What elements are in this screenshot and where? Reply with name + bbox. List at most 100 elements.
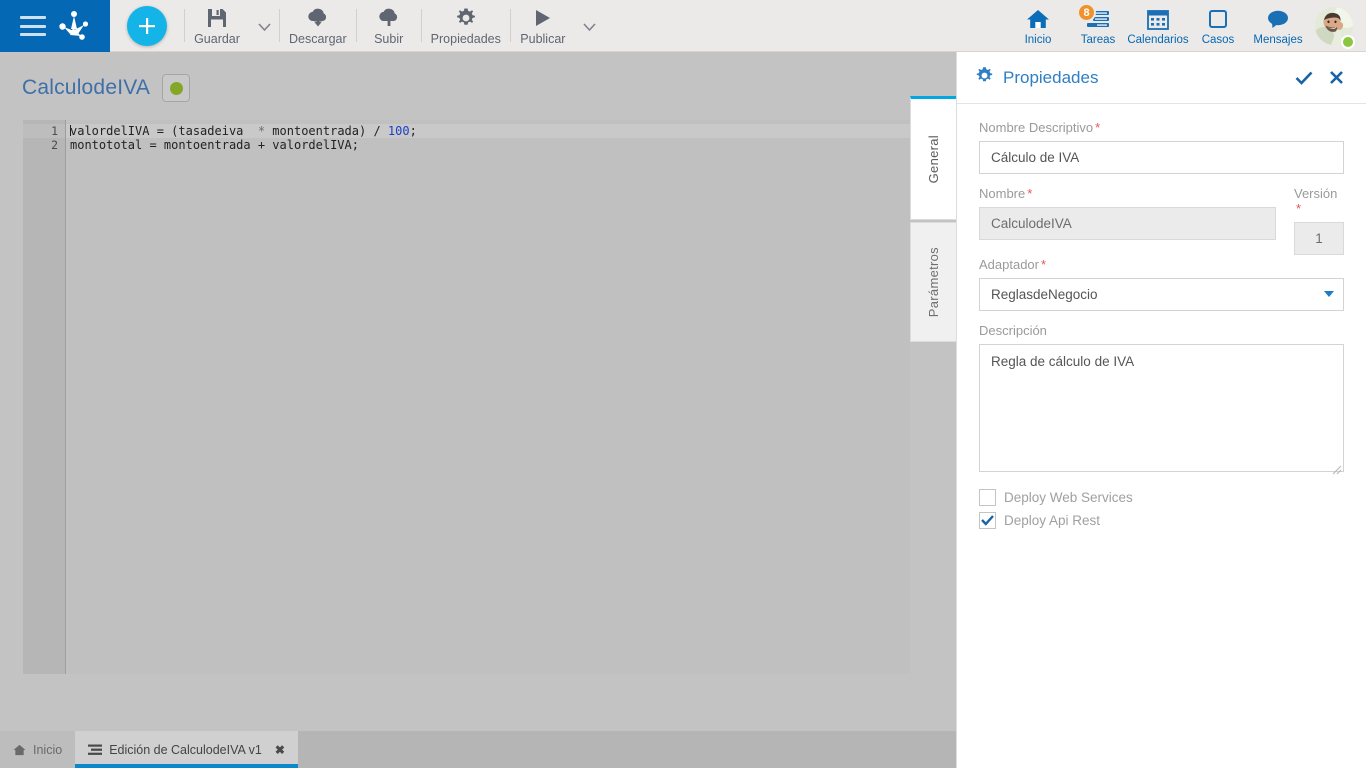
chevron-down-icon	[257, 23, 271, 32]
check-icon	[1295, 71, 1313, 85]
nav-item-casos-label: Casos	[1201, 33, 1235, 46]
checkbox-deploy-web-services-label: Deploy Web Services	[1004, 490, 1133, 505]
tareas-badge: 8	[1077, 3, 1096, 22]
adaptador-select-wrapper	[979, 278, 1344, 311]
properties-form: Nombre Descriptivo* Nombre* Versión* Ada…	[957, 104, 1366, 768]
toolbar-actions: Guardar Descargar Subir Propiedades Publ…	[184, 0, 1008, 51]
nombre-input[interactable]	[979, 207, 1276, 240]
label-text: Descripción	[979, 323, 1047, 338]
app-logo-icon[interactable]	[57, 9, 91, 43]
checkbox-deploy-web-services[interactable]: Deploy Web Services	[979, 489, 1344, 506]
confirm-button[interactable]	[1288, 71, 1320, 85]
upload-button-label: Subir	[374, 32, 404, 46]
nombre-descriptivo-input[interactable]	[979, 141, 1344, 174]
required-marker: *	[1296, 201, 1302, 216]
editor-code-area[interactable]: valordelIVA = (tasadeiva * montoentrada)…	[66, 120, 910, 674]
download-button[interactable]: Descargar	[280, 0, 356, 51]
add-new-button[interactable]	[127, 5, 167, 46]
tab-general[interactable]: General	[910, 96, 956, 220]
cases-square-icon	[1206, 6, 1230, 32]
nav-item-calendarios-label: Calendarios	[1127, 33, 1189, 46]
properties-button-label: Propiedades	[430, 32, 501, 46]
nav-item-tareas[interactable]: 8 Tareas	[1068, 0, 1128, 51]
global-nav: Inicio 8 Tareas Calendarios Casos Mensaj…	[1008, 0, 1366, 51]
tab-general-label: General	[926, 134, 941, 184]
download-button-label: Descargar	[289, 32, 347, 46]
descripcion-textarea[interactable]: Regla de cálculo de IVA	[979, 344, 1344, 472]
close-panel-button[interactable]	[1320, 70, 1352, 85]
checkbox-deploy-api-rest-label: Deploy Api Rest	[1004, 513, 1101, 528]
properties-button[interactable]: Propiedades	[422, 0, 510, 51]
line-number: 2	[51, 138, 58, 152]
required-marker: *	[1027, 186, 1033, 201]
tab-parametros[interactable]: Parámetros	[910, 222, 956, 342]
brand-area	[0, 0, 110, 52]
field-descripcion-label: Descripción	[979, 323, 1344, 338]
avatar[interactable]	[1308, 0, 1360, 51]
page-title: CalculodeIVA	[22, 76, 151, 99]
chevron-down-icon	[583, 23, 596, 32]
version-input[interactable]	[1294, 222, 1344, 255]
required-marker: *	[1041, 257, 1047, 272]
publish-dropdown-caret[interactable]	[575, 0, 605, 51]
adaptador-select[interactable]	[979, 278, 1344, 311]
save-button[interactable]: Guardar	[185, 0, 249, 51]
editor-gutter: 1 2	[23, 120, 66, 674]
taskbar-item-inicio-label: Inicio	[33, 742, 63, 757]
code-editor[interactable]: 1 2 valordelIVA = (tasadeiva * montoentr…	[23, 120, 910, 674]
field-descripcion: Descripción Regla de cálculo de IVA	[979, 323, 1344, 477]
properties-panel: Propiedades Nombre Descriptivo* Nombre*	[956, 52, 1366, 768]
close-icon	[1329, 71, 1343, 84]
top-toolbar: Guardar Descargar Subir Propiedades Publ…	[0, 0, 1366, 52]
gear-icon	[975, 66, 994, 90]
taskbar-item-edicion[interactable]: Edición de CalculodeIVA v1 ✖	[75, 731, 298, 768]
publish-button-label: Publicar	[520, 32, 566, 46]
checkbox-box	[979, 512, 996, 529]
field-nombre-label: Nombre *	[979, 186, 1276, 201]
line-number: 1	[23, 124, 65, 138]
play-icon	[532, 5, 554, 29]
close-icon[interactable]: ✖	[275, 743, 285, 757]
cloud-download-icon	[305, 5, 331, 29]
upload-button[interactable]: Subir	[357, 0, 421, 51]
publish-button[interactable]: Publicar	[511, 0, 575, 51]
taskbar-item-edicion-label: Edición de CalculodeIVA v1	[109, 742, 262, 757]
label-text: Nombre Descriptivo	[979, 120, 1094, 135]
label-text: Adaptador	[979, 257, 1039, 272]
workspace: CalculodeIVA 1 2 valordelIVA = (tasadeiv…	[0, 52, 956, 731]
status-badge[interactable]	[162, 74, 191, 102]
properties-panel-header: Propiedades	[957, 52, 1366, 104]
descripcion-wrapper: Regla de cálculo de IVA	[979, 344, 1344, 477]
field-version: Versión *	[1294, 186, 1344, 255]
home-icon	[13, 744, 26, 755]
nav-item-tareas-label: Tareas	[1080, 33, 1116, 46]
save-floppy-icon	[206, 5, 228, 29]
nav-item-inicio[interactable]: Inicio	[1008, 0, 1068, 51]
panel-vertical-tabs: General Parámetros	[910, 96, 956, 342]
checkbox-box	[979, 489, 996, 506]
field-nombre-descriptivo-label: Nombre Descriptivo *	[979, 120, 1344, 135]
code-line: montototal = montoentrada + valordelIVA;	[70, 138, 359, 152]
check-icon	[981, 515, 994, 526]
field-row-nombre-version: Nombre* Versión*	[979, 186, 1344, 255]
code-line: valordelIVA = (tasadeiva * montoentrada)…	[66, 124, 910, 138]
add-button-wrapper	[110, 0, 184, 51]
plus-icon	[139, 17, 155, 34]
nav-item-casos[interactable]: Casos	[1188, 0, 1248, 51]
save-dropdown-caret[interactable]	[249, 0, 279, 51]
field-adaptador: Adaptador *	[979, 257, 1344, 311]
label-text: Nombre	[979, 186, 1026, 201]
calendar-icon	[1146, 6, 1170, 32]
chat-bubble-icon	[1265, 6, 1291, 32]
gear-icon	[455, 5, 477, 29]
field-nombre: Nombre *	[979, 186, 1294, 240]
text-cursor	[70, 125, 71, 136]
checkbox-deploy-api-rest[interactable]: Deploy Api Rest	[979, 512, 1344, 529]
document-lines-icon	[88, 744, 103, 755]
cloud-upload-icon	[376, 5, 402, 29]
hamburger-icon[interactable]	[19, 16, 46, 36]
nav-item-inicio-label: Inicio	[1024, 33, 1052, 46]
taskbar-item-inicio[interactable]: Inicio	[0, 731, 76, 768]
nav-item-calendarios[interactable]: Calendarios	[1127, 0, 1189, 51]
nav-item-mensajes[interactable]: Mensajes	[1248, 0, 1308, 51]
